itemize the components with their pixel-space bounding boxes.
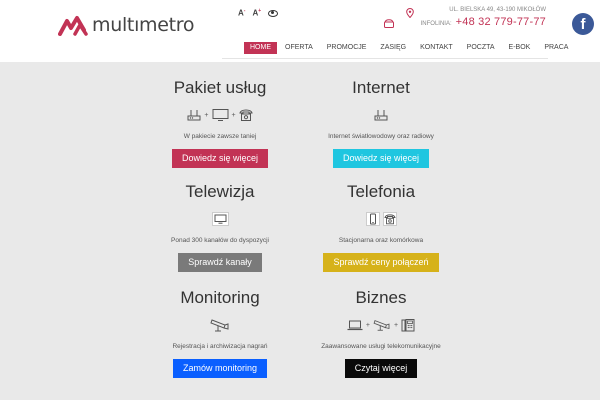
tile-description: Stacjonarna oraz komórkowa bbox=[338, 237, 424, 244]
header-divider bbox=[222, 58, 548, 59]
logo-text: multımetro bbox=[92, 14, 195, 36]
phone-icon bbox=[238, 109, 253, 121]
check-channels-button[interactable]: Sprawdź kanały bbox=[178, 253, 262, 272]
nav-item-praca[interactable]: PRACA bbox=[538, 42, 574, 54]
office-phone-icon bbox=[401, 319, 415, 332]
tile-title: Telefonia bbox=[346, 182, 416, 201]
check-call-prices-button[interactable]: Sprawdź ceny połączeń bbox=[323, 253, 439, 272]
accessibility-controls: A- A+ bbox=[238, 7, 279, 19]
font-decrease-button[interactable]: A- bbox=[238, 8, 245, 18]
tile-icons: + + bbox=[281, 317, 481, 333]
facebook-icon[interactable]: f bbox=[572, 13, 594, 35]
nav-item-kontakt[interactable]: KONTAKT bbox=[414, 42, 459, 54]
learn-more-button[interactable]: Dowiedz się więcej bbox=[171, 149, 269, 168]
tile-description: Zaawansowane usługi telekomunikacyjne bbox=[321, 343, 441, 350]
tile-icons bbox=[281, 107, 481, 123]
service-tile-internet: Internet Internet światłowodowy oraz rad… bbox=[281, 78, 481, 168]
order-monitoring-button[interactable]: Zamów monitoring bbox=[172, 359, 268, 378]
infoline-label: INFOLINIA: bbox=[420, 21, 452, 27]
location-pin-icon bbox=[405, 8, 414, 18]
plus-sign: + bbox=[204, 111, 209, 119]
tile-title: Biznes bbox=[355, 288, 407, 307]
service-tile-telephony: Telefonia Stacjonarna oraz komórkowa Spr… bbox=[281, 182, 481, 272]
site-header: multımetro A- A+ UL. BIELSKA 49, 43-190 … bbox=[0, 0, 600, 62]
tile-icons bbox=[281, 211, 481, 227]
read-more-button[interactable]: Czytaj więcej bbox=[344, 359, 418, 378]
tile-title: Internet bbox=[352, 78, 410, 97]
camera-icon bbox=[210, 319, 229, 332]
tile-description: Internet światłowodowy oraz radiowy bbox=[328, 133, 434, 140]
nav-item-ebok[interactable]: E-BOK bbox=[503, 42, 537, 54]
font-increase-button[interactable]: A+ bbox=[252, 8, 261, 18]
monitor-icon bbox=[212, 109, 228, 121]
phone-number-link[interactable]: +48 32 779-77-77 bbox=[456, 16, 546, 28]
learn-more-button[interactable]: Dowiedz się więcej bbox=[332, 149, 430, 168]
plus-sign: + bbox=[365, 321, 370, 329]
phone-icon bbox=[382, 212, 397, 226]
infoline-row: INFOLINIA: +48 32 779-77-77 bbox=[421, 16, 546, 28]
mobile-icon bbox=[365, 212, 380, 226]
router-icon bbox=[187, 110, 201, 121]
contact-info: UL. BIELSKA 49, 43-190 MIKOŁÓW INFOLINIA… bbox=[383, 6, 546, 28]
plus-sign: + bbox=[231, 111, 236, 119]
main-nav: HOME OFERTA PROMOCJE ZASIĘG KONTAKT POCZ… bbox=[244, 42, 574, 54]
nav-item-oferta[interactable]: OFERTA bbox=[279, 42, 319, 54]
logo-mark-icon bbox=[58, 16, 88, 36]
nav-item-poczta[interactable]: POCZTA bbox=[461, 42, 501, 54]
service-tile-business: Biznes + + Zaawansowane usługi telekomun… bbox=[281, 288, 481, 378]
nav-item-home[interactable]: HOME bbox=[244, 42, 277, 54]
nav-item-promocje[interactable]: PROMOCJE bbox=[321, 42, 373, 54]
eye-icon[interactable] bbox=[268, 9, 279, 17]
router-icon bbox=[374, 110, 388, 121]
monitor-icon bbox=[211, 212, 229, 226]
address-text: UL. BIELSKA 49, 43-190 MIKOŁÓW bbox=[449, 7, 546, 13]
phone-icon bbox=[383, 19, 394, 28]
laptop-icon bbox=[347, 320, 363, 331]
nav-item-zasieg[interactable]: ZASIĘG bbox=[374, 42, 412, 54]
plus-sign: + bbox=[394, 321, 399, 329]
logo[interactable]: multımetro bbox=[58, 13, 195, 37]
camera-icon bbox=[373, 320, 390, 331]
